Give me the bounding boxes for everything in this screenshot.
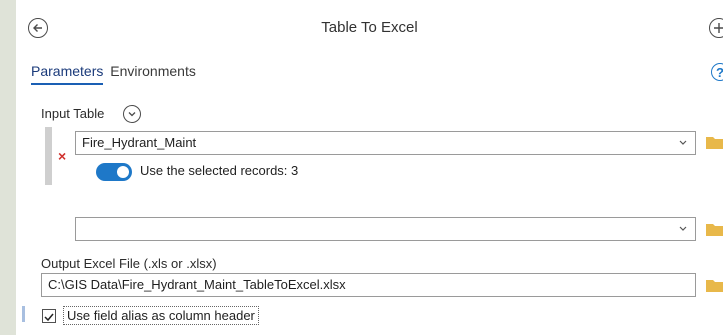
tab-parameters[interactable]: Parameters — [31, 63, 104, 85]
folder-icon[interactable] — [706, 135, 723, 149]
dropdown-arrow-icon — [679, 226, 687, 231]
field-alias-label: Use field alias as column header — [63, 306, 259, 325]
focus-marker — [22, 306, 25, 322]
tab-bar: Parameters Environments — [31, 63, 199, 85]
dropdown-arrow-icon — [679, 140, 687, 145]
add-button[interactable] — [709, 18, 723, 38]
tool-title: Table To Excel — [321, 19, 418, 36]
input-table-combo[interactable]: Fire_Hydrant_Maint — [75, 131, 696, 155]
use-selected-label: Use the selected records: 3 — [140, 163, 299, 178]
left-panel-strip — [0, 0, 16, 335]
input-table-value: Fire_Hydrant_Maint — [82, 135, 197, 150]
use-selected-toggle[interactable] — [96, 163, 132, 181]
remove-row-icon[interactable]: × — [58, 148, 66, 164]
expand-button[interactable] — [123, 105, 141, 123]
tab-environments[interactable]: Environments — [110, 63, 196, 79]
folder-icon[interactable] — [706, 222, 723, 236]
multivalue-bar — [45, 127, 52, 185]
plus-icon — [714, 23, 723, 33]
second-input-combo[interactable] — [75, 217, 696, 241]
field-alias-text: Use field alias as column header — [63, 306, 259, 325]
check-icon — [44, 313, 54, 322]
help-icon[interactable]: ? — [711, 63, 723, 81]
field-alias-checkbox[interactable] — [42, 309, 56, 323]
folder-icon[interactable] — [706, 278, 723, 292]
toggle-knob — [117, 166, 129, 178]
output-file-label: Output Excel File (.xls or .xlsx) — [41, 256, 217, 271]
chevron-down-icon — [128, 112, 136, 117]
geoprocessing-pane: Table To Excel Parameters Environments ?… — [16, 0, 723, 335]
output-file-input[interactable]: C:\GIS Data\Fire_Hydrant_Maint_TableToEx… — [41, 273, 696, 297]
input-table-label: Input Table — [41, 106, 105, 121]
